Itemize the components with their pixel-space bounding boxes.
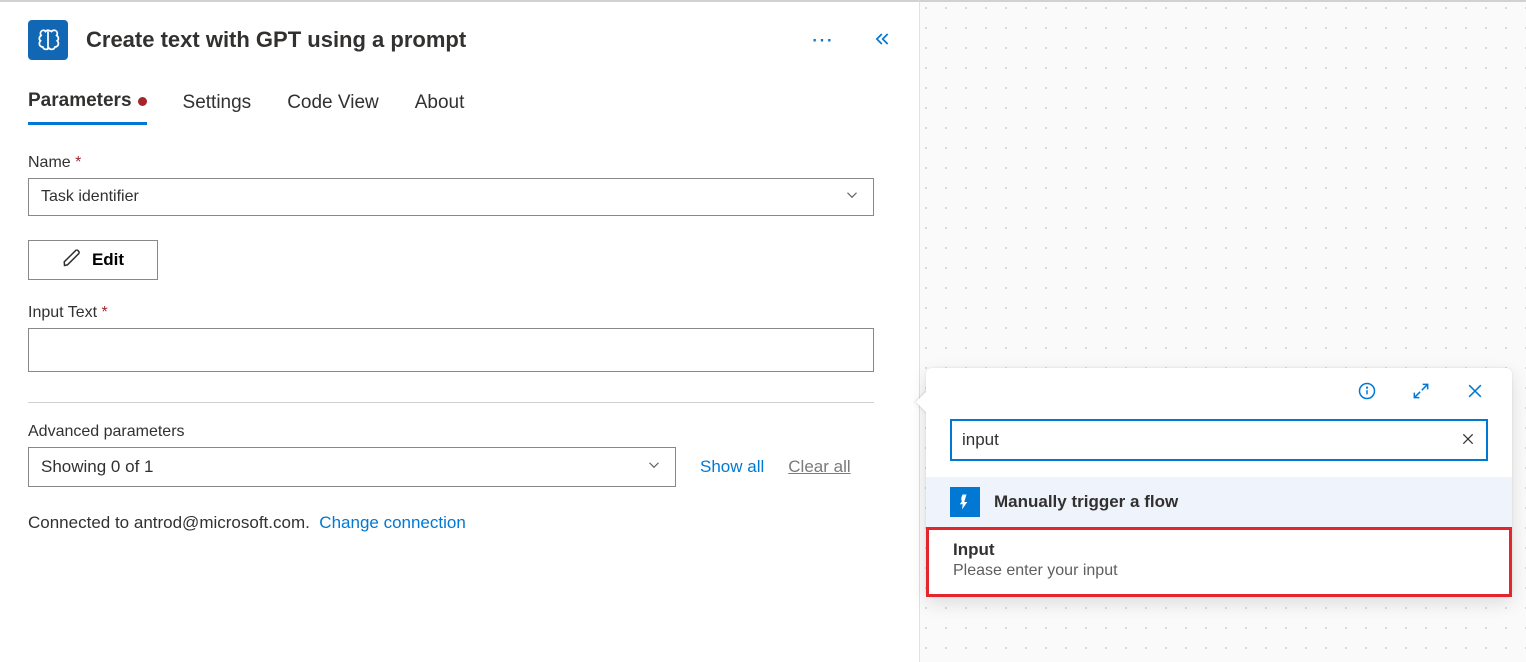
dynamic-content-popup: Manually trigger a flow Input Please ent… — [926, 368, 1512, 597]
change-connection-link[interactable]: Change connection — [319, 513, 466, 532]
connection-email: antrod@microsoft.com. — [134, 513, 310, 532]
panel-header: Create text with GPT using a prompt ⋯ — [28, 20, 891, 60]
chevron-down-icon — [843, 186, 861, 209]
collapse-button[interactable] — [871, 29, 891, 52]
panel-title: Create text with GPT using a prompt — [86, 27, 793, 53]
popup-search-input[interactable] — [962, 430, 1460, 450]
name-field-label: Name * — [28, 154, 891, 172]
input-text-field-group: Input Text * — [28, 304, 891, 372]
name-select[interactable]: Task identifier — [28, 178, 874, 216]
tab-code-view[interactable]: Code View — [287, 90, 379, 125]
close-icon[interactable] — [1462, 378, 1488, 407]
divider — [28, 402, 874, 403]
advanced-select[interactable]: Showing 0 of 1 — [28, 447, 676, 487]
show-all-link[interactable]: Show all — [700, 457, 764, 477]
tab-settings[interactable]: Settings — [183, 90, 252, 125]
edit-button[interactable]: Edit — [28, 240, 158, 280]
error-dot-icon — [138, 97, 147, 106]
tab-label: Parameters — [28, 90, 132, 112]
expand-icon[interactable] — [1408, 378, 1434, 407]
tab-parameters[interactable]: Parameters — [28, 90, 147, 125]
tab-label: Code View — [287, 92, 379, 114]
clear-icon[interactable] — [1460, 431, 1476, 450]
popup-toolbar — [926, 368, 1512, 413]
result-item-subtitle: Please enter your input — [953, 562, 1485, 580]
name-select-value: Task identifier — [41, 188, 139, 206]
advanced-parameters-group: Advanced parameters Showing 0 of 1 Show … — [28, 423, 891, 487]
advanced-select-value: Showing 0 of 1 — [41, 457, 153, 477]
edit-button-label: Edit — [92, 250, 124, 270]
trigger-icon — [950, 487, 980, 517]
connection-row: Connected to antrod@microsoft.com. Chang… — [28, 513, 891, 533]
action-brain-icon — [28, 20, 68, 60]
config-panel: Create text with GPT using a prompt ⋯ Pa… — [0, 0, 920, 662]
tabs-bar: Parameters Settings Code View About — [28, 90, 891, 126]
required-marker: * — [75, 154, 81, 171]
input-text-field[interactable] — [28, 328, 874, 372]
chevron-down-icon — [645, 456, 663, 479]
connection-prefix: Connected to — [28, 513, 134, 532]
tab-label: About — [415, 92, 465, 114]
result-group-label: Manually trigger a flow — [994, 492, 1178, 512]
pencil-icon — [62, 248, 82, 273]
more-menu-button[interactable]: ⋯ — [811, 27, 835, 53]
popup-search-box[interactable] — [950, 419, 1488, 461]
advanced-label: Advanced parameters — [28, 423, 891, 441]
result-item-title: Input — [953, 540, 1485, 560]
info-icon[interactable] — [1354, 378, 1380, 407]
tab-about[interactable]: About — [415, 90, 465, 125]
required-marker: * — [102, 304, 108, 321]
tab-label: Settings — [183, 92, 252, 114]
input-text-label: Input Text * — [28, 304, 891, 322]
clear-all-link[interactable]: Clear all — [788, 457, 850, 477]
result-group-header[interactable]: Manually trigger a flow — [926, 477, 1512, 527]
name-field-group: Name * Task identifier Edit — [28, 154, 891, 280]
popup-arrow — [916, 390, 928, 414]
result-item-input[interactable]: Input Please enter your input — [926, 527, 1512, 597]
